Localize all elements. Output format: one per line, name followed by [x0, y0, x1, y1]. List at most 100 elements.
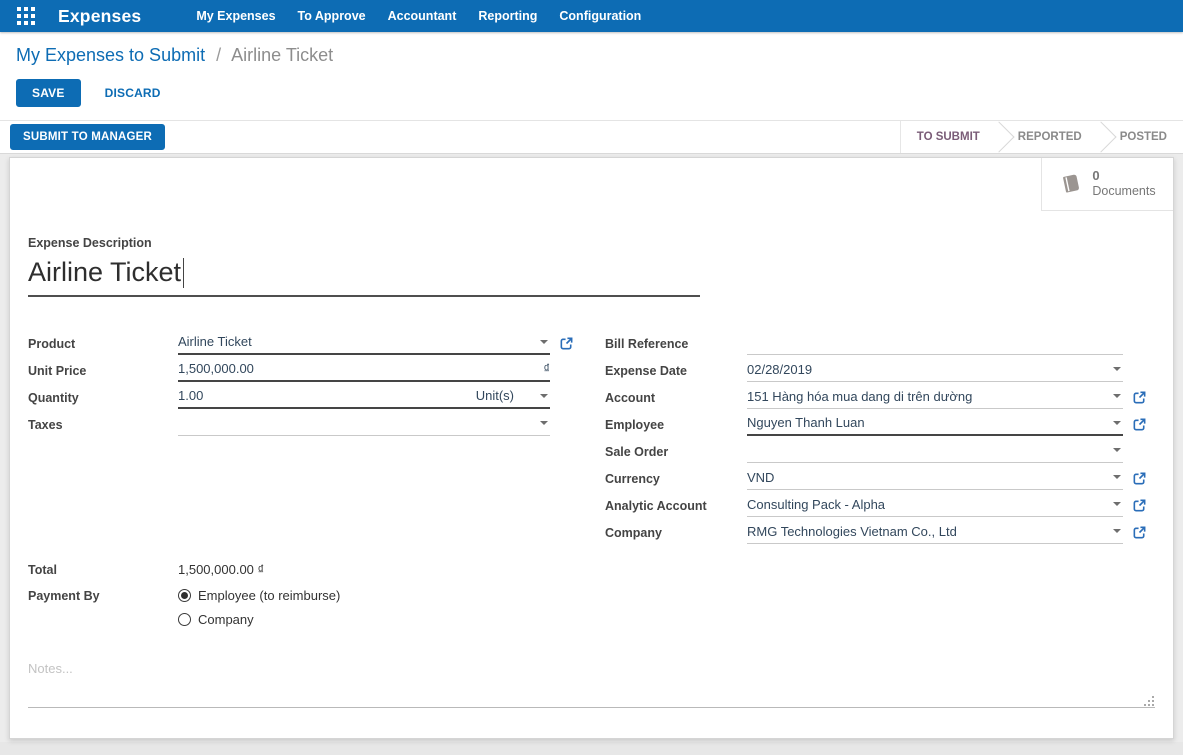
dropdown-caret-icon[interactable] — [1113, 529, 1121, 533]
taxes-input[interactable] — [178, 414, 550, 436]
field-row-product: Product Airline Ticket — [28, 330, 578, 357]
nav-item-to-approve[interactable]: To Approve — [287, 0, 377, 32]
external-link-icon[interactable] — [1132, 498, 1147, 513]
discard-button[interactable]: DISCARD — [105, 86, 161, 100]
dropdown-caret-icon[interactable] — [1113, 475, 1121, 479]
expense-date-input[interactable]: 02/28/2019 — [747, 360, 1123, 382]
bill-reference-label: Bill Reference — [605, 336, 689, 351]
status-step-to-submit[interactable]: TO SUBMIT — [901, 131, 996, 143]
company-label: Company — [605, 525, 662, 540]
field-row-bill-reference: Bill Reference — [605, 330, 1173, 357]
currency-input[interactable]: VND — [747, 468, 1123, 490]
content-area: 0 Documents Expense Description Airline … — [0, 154, 1183, 742]
radio-option-company[interactable]: Company — [178, 607, 340, 631]
total-value: 1,500,000.00 ₫ — [178, 562, 265, 577]
dropdown-caret-icon[interactable] — [1113, 502, 1121, 506]
documents-stat-button[interactable]: 0 Documents — [1041, 158, 1173, 211]
field-column-left: Product Airline Ticket Unit Price 1,500,… — [28, 330, 578, 546]
breadcrumb-parent-link[interactable]: My Expenses to Submit — [16, 45, 205, 65]
radio-option-label: Company — [198, 611, 254, 627]
dropdown-caret-icon[interactable] — [1113, 420, 1121, 425]
external-link-icon[interactable] — [1132, 471, 1147, 486]
status-step-reported[interactable]: REPORTED — [1002, 131, 1098, 143]
external-link-icon[interactable] — [1132, 417, 1147, 432]
field-row-company: Company RMG Technologies Vietnam Co., Lt… — [605, 519, 1173, 546]
field-grid: Product Airline Ticket Unit Price 1,500,… — [28, 330, 1173, 546]
dropdown-caret-icon[interactable] — [540, 393, 548, 398]
currency-label: Currency — [605, 471, 660, 486]
bill-reference-input[interactable] — [747, 333, 1123, 355]
control-panel: My Expenses to Submit / Airline Ticket S… — [0, 32, 1183, 120]
quantity-value: 1.00 — [178, 388, 204, 403]
status-steps: TO SUBMIT REPORTED POSTED — [899, 121, 1183, 153]
uom-select[interactable]: Unit(s) — [476, 388, 550, 403]
breadcrumb-current: Airline Ticket — [231, 45, 334, 65]
chevron-right-icon — [983, 121, 1015, 153]
field-column-right: Bill Reference Expense Date 02/28/2019 A… — [605, 330, 1173, 546]
notes-textarea[interactable]: Notes... — [28, 652, 1155, 708]
external-link-icon[interactable] — [1132, 525, 1147, 540]
dropdown-caret-icon[interactable] — [1113, 448, 1121, 452]
company-input[interactable]: RMG Technologies Vietnam Co., Ltd — [747, 522, 1123, 544]
company-value: RMG Technologies Vietnam Co., Ltd — [747, 523, 957, 539]
analytic-account-label: Analytic Account — [605, 498, 707, 513]
payment-radio-group: Employee (to reimburse) Company — [178, 583, 340, 631]
documents-count: 0 — [1092, 168, 1100, 184]
external-link-icon[interactable] — [1132, 390, 1147, 405]
form-sheet: 0 Documents Expense Description Airline … — [9, 157, 1174, 739]
dropdown-caret-icon[interactable] — [540, 339, 548, 344]
documents-stat-text: 0 Documents — [1092, 168, 1155, 200]
radio-unselected-icon[interactable] — [178, 612, 191, 626]
apps-grid-icon[interactable] — [16, 6, 36, 26]
save-button[interactable]: SAVE — [16, 79, 81, 107]
field-row-currency: Currency VND — [605, 465, 1173, 492]
field-row-account: Account 151 Hàng hóa mua dang di trên dư… — [605, 384, 1173, 411]
resize-handle-icon[interactable] — [1144, 696, 1154, 706]
dropdown-caret-icon[interactable] — [540, 421, 548, 425]
currency-symbol: ₫ — [543, 361, 550, 376]
nav-item-reporting[interactable]: Reporting — [467, 0, 548, 32]
external-link-icon[interactable] — [559, 336, 574, 351]
currency-value: VND — [747, 469, 775, 485]
breadcrumb-separator: / — [216, 45, 222, 65]
submit-to-manager-button[interactable]: SUBMIT TO MANAGER — [10, 124, 166, 150]
dropdown-caret-icon[interactable] — [1113, 394, 1121, 398]
unit-price-input[interactable]: 1,500,000.00 ₫ — [178, 360, 550, 382]
payment-by-label: Payment By — [28, 589, 100, 603]
total-row: Total 1,500,000.00 ₫ — [28, 556, 1173, 583]
notes-placeholder: Notes... — [28, 661, 73, 676]
expense-description-block: Expense Description Airline Ticket — [10, 158, 1173, 297]
nav-menu: My Expenses To Approve Accountant Report… — [185, 0, 652, 32]
form-action-buttons: SAVE DISCARD — [16, 79, 1183, 107]
expense-date-label: Expense Date — [605, 363, 687, 378]
product-label: Product — [28, 336, 76, 351]
taxes-label: Taxes — [28, 417, 63, 432]
field-row-expense-date: Expense Date 02/28/2019 — [605, 357, 1173, 384]
unit-price-value: 1,500,000.00 — [178, 361, 254, 376]
field-row-employee: Employee Nguyen Thanh Luan — [605, 411, 1173, 438]
nav-item-my-expenses[interactable]: My Expenses — [185, 0, 286, 32]
chevron-right-icon — [1085, 121, 1117, 153]
quantity-input[interactable]: 1.00 Unit(s) — [178, 387, 550, 409]
nav-item-accountant[interactable]: Accountant — [377, 0, 468, 32]
employee-input[interactable]: Nguyen Thanh Luan — [747, 414, 1123, 436]
account-input[interactable]: 151 Hàng hóa mua dang di trên dường — [747, 387, 1123, 409]
field-row-quantity: Quantity 1.00 Unit(s) — [28, 384, 578, 411]
sale-order-label: Sale Order — [605, 444, 669, 459]
radio-option-employee[interactable]: Employee (to reimburse) — [178, 583, 340, 607]
dropdown-caret-icon[interactable] — [1113, 367, 1121, 371]
field-row-sale-order: Sale Order — [605, 438, 1173, 465]
field-row-taxes: Taxes — [28, 411, 578, 438]
employee-label: Employee — [605, 417, 665, 432]
expense-description-input[interactable]: Airline Ticket — [28, 257, 700, 297]
radio-selected-icon[interactable] — [178, 588, 191, 602]
analytic-account-input[interactable]: Consulting Pack - Alpha — [747, 495, 1123, 517]
product-input[interactable]: Airline Ticket — [178, 333, 550, 355]
app-title[interactable]: Expenses — [58, 6, 141, 27]
radio-option-label: Employee (to reimburse) — [198, 587, 341, 603]
account-value: 151 Hàng hóa mua dang di trên dường — [747, 388, 973, 404]
sale-order-input[interactable] — [747, 441, 1123, 463]
nav-item-configuration[interactable]: Configuration — [548, 0, 652, 32]
breadcrumb: My Expenses to Submit / Airline Ticket — [16, 45, 1183, 66]
book-icon — [1063, 174, 1080, 193]
